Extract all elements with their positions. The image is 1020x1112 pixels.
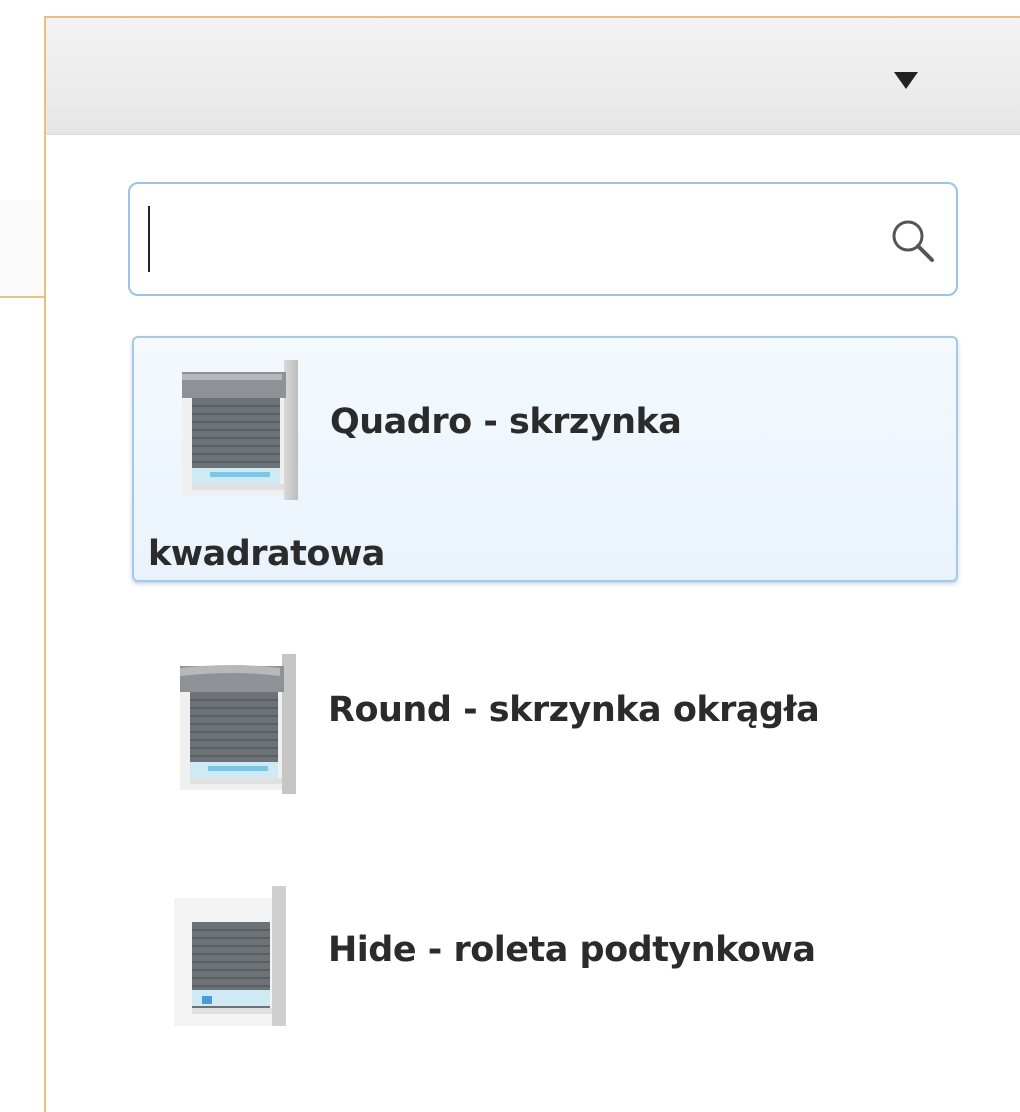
- background-form-area: [0, 200, 46, 296]
- option-round[interactable]: Round - skrzynka okrągła: [132, 638, 958, 834]
- option-label-line2: kwadratowa: [148, 534, 385, 574]
- triangle-down-icon[interactable]: [894, 72, 918, 89]
- roller-shutter-quadro-icon: [182, 360, 298, 500]
- option-label-line1: Quadro - skrzynka: [330, 402, 682, 442]
- page: Quadro - skrzynka kwadratowa Round - skr…: [0, 0, 1020, 1112]
- shutter-type-dropdown: Quadro - skrzynka kwadratowa Round - skr…: [44, 16, 1020, 1112]
- search-input[interactable]: [144, 198, 844, 280]
- roller-shutter-hide-icon: [174, 886, 286, 1026]
- roller-shutter-round-icon: [180, 654, 296, 794]
- background-field-border: [0, 296, 46, 298]
- option-quadro[interactable]: Quadro - skrzynka kwadratowa: [132, 336, 958, 582]
- option-hide[interactable]: Hide - roleta podtynkowa: [132, 876, 958, 1072]
- search-icon[interactable]: [888, 216, 938, 266]
- search-field[interactable]: [128, 182, 958, 296]
- dropdown-header[interactable]: [46, 18, 1020, 135]
- option-label: Round - skrzynka okrągła: [328, 690, 820, 730]
- option-label: Hide - roleta podtynkowa: [328, 930, 816, 970]
- text-cursor: [148, 206, 150, 272]
